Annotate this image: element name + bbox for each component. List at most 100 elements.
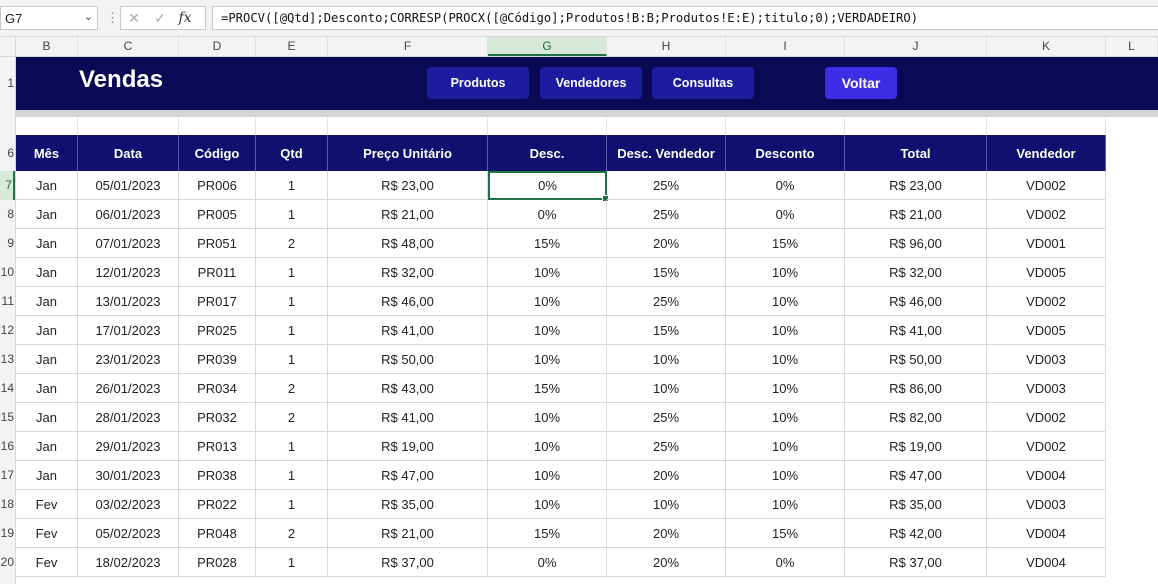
table-cell[interactable]: 1	[256, 490, 328, 519]
table-cell[interactable]: 0%	[726, 548, 845, 577]
column-header-f[interactable]: F	[328, 37, 488, 56]
column-header-d[interactable]: D	[179, 37, 256, 56]
column-header-c[interactable]: C	[78, 37, 179, 56]
table-cell[interactable]: PR013	[179, 432, 256, 461]
select-all-corner[interactable]	[0, 37, 16, 57]
table-cell[interactable]: 2	[256, 229, 328, 258]
table-cell[interactable]: 20%	[607, 519, 726, 548]
table-cell[interactable]: R$ 37,00	[845, 548, 987, 577]
table-cell[interactable]: 10%	[488, 403, 607, 432]
row-header-11[interactable]: 11	[0, 287, 15, 316]
table-cell[interactable]: 25%	[607, 432, 726, 461]
table-cell[interactable]: Jan	[16, 200, 78, 229]
table-cell[interactable]: R$ 35,00	[845, 490, 987, 519]
table-cell[interactable]: 07/01/2023	[78, 229, 179, 258]
column-header-i[interactable]: I	[726, 37, 845, 56]
table-cell[interactable]: PR039	[179, 345, 256, 374]
table-cell[interactable]: PR028	[179, 548, 256, 577]
table-cell[interactable]: 1	[256, 200, 328, 229]
row-header-19[interactable]: 19	[0, 519, 15, 548]
table-cell[interactable]: VD001	[987, 229, 1106, 258]
table-cell[interactable]: R$ 41,00	[328, 316, 488, 345]
row-header-12[interactable]: 12	[0, 316, 15, 345]
table-cell[interactable]: 15%	[607, 316, 726, 345]
table-cell[interactable]: 2	[256, 374, 328, 403]
table-cell[interactable]: VD003	[987, 345, 1106, 374]
name-box[interactable]: G7 ⌄	[0, 6, 98, 30]
table-cell[interactable]: PR025	[179, 316, 256, 345]
table-cell[interactable]: 10%	[488, 258, 607, 287]
table-header-cell[interactable]: Qtd	[256, 135, 328, 171]
table-cell[interactable]: VD003	[987, 490, 1106, 519]
table-cell[interactable]: R$ 50,00	[845, 345, 987, 374]
table-cell[interactable]: 10%	[488, 316, 607, 345]
table-cell[interactable]: 10%	[607, 374, 726, 403]
cancel-icon[interactable]: ✕	[121, 10, 147, 27]
row-header-8[interactable]: 8	[0, 200, 15, 229]
table-cell[interactable]: R$ 19,00	[845, 432, 987, 461]
table-cell[interactable]: R$ 21,00	[845, 200, 987, 229]
table-cell[interactable]: R$ 46,00	[845, 287, 987, 316]
table-cell[interactable]: PR034	[179, 374, 256, 403]
row-header-10[interactable]: 10	[0, 258, 15, 287]
table-cell[interactable]: 10%	[726, 403, 845, 432]
row-header-14[interactable]: 14	[0, 374, 15, 403]
table-cell[interactable]: 28/01/2023	[78, 403, 179, 432]
table-cell[interactable]: Fev	[16, 490, 78, 519]
table-cell[interactable]: 2	[256, 519, 328, 548]
table-cell[interactable]: 10%	[726, 490, 845, 519]
formula-input[interactable]: =PROCV([@Qtd];Desconto;CORRESP(PROCX([@C…	[212, 6, 1158, 30]
column-header-k[interactable]: K	[987, 37, 1106, 56]
table-cell[interactable]: Jan	[16, 345, 78, 374]
column-header-b[interactable]: B	[16, 37, 78, 56]
table-cell[interactable]: 1	[256, 345, 328, 374]
table-cell[interactable]: 15%	[726, 519, 845, 548]
table-cell[interactable]: 12/01/2023	[78, 258, 179, 287]
vendedores-button[interactable]: Vendedores	[540, 67, 642, 99]
table-cell[interactable]: VD003	[987, 374, 1106, 403]
table-cell[interactable]: 06/01/2023	[78, 200, 179, 229]
table-cell[interactable]: R$ 82,00	[845, 403, 987, 432]
table-cell[interactable]: 15%	[607, 258, 726, 287]
table-cell[interactable]: VD004	[987, 519, 1106, 548]
table-cell[interactable]: VD002	[987, 403, 1106, 432]
table-cell[interactable]: R$ 32,00	[845, 258, 987, 287]
table-cell[interactable]: 10%	[726, 287, 845, 316]
produtos-button[interactable]: Produtos	[427, 67, 529, 99]
table-header-cell[interactable]: Desc. Vendedor	[607, 135, 726, 171]
table-header-cell[interactable]: Data	[78, 135, 179, 171]
table-cell[interactable]: 10%	[607, 345, 726, 374]
table-cell[interactable]: R$ 47,00	[328, 461, 488, 490]
table-cell[interactable]: 15%	[488, 229, 607, 258]
column-header-l[interactable]: L	[1106, 37, 1158, 56]
table-cell[interactable]: 10%	[726, 461, 845, 490]
table-cell[interactable]: 0%	[726, 171, 845, 200]
table-cell[interactable]: 1	[256, 171, 328, 200]
table-cell[interactable]: PR038	[179, 461, 256, 490]
table-cell[interactable]: 03/02/2023	[78, 490, 179, 519]
voltar-button[interactable]: Voltar	[825, 67, 897, 99]
table-cell[interactable]: R$ 19,00	[328, 432, 488, 461]
table-cell[interactable]: 20%	[607, 229, 726, 258]
table-cell[interactable]: 29/01/2023	[78, 432, 179, 461]
row-header-1[interactable]: 1	[0, 57, 15, 110]
table-cell[interactable]: 25%	[607, 200, 726, 229]
table-cell[interactable]: PR032	[179, 403, 256, 432]
table-cell[interactable]: VD002	[987, 432, 1106, 461]
table-cell[interactable]: 05/02/2023	[78, 519, 179, 548]
table-cell[interactable]: 25%	[607, 171, 726, 200]
table-cell[interactable]: PR011	[179, 258, 256, 287]
table-cell[interactable]: 10%	[726, 432, 845, 461]
table-header-cell[interactable]: Mês	[16, 135, 78, 171]
table-cell[interactable]: Jan	[16, 229, 78, 258]
table-cell[interactable]: 18/02/2023	[78, 548, 179, 577]
column-header-g[interactable]: G	[488, 37, 607, 56]
table-cell[interactable]: VD002	[987, 287, 1106, 316]
table-cell[interactable]: 10%	[726, 258, 845, 287]
table-cell[interactable]: PR022	[179, 490, 256, 519]
table-cell[interactable]: 15%	[488, 374, 607, 403]
table-cell[interactable]: 0%	[488, 171, 609, 202]
table-cell[interactable]: R$ 32,00	[328, 258, 488, 287]
table-cell[interactable]: R$ 41,00	[845, 316, 987, 345]
table-cell[interactable]: VD002	[987, 171, 1106, 200]
